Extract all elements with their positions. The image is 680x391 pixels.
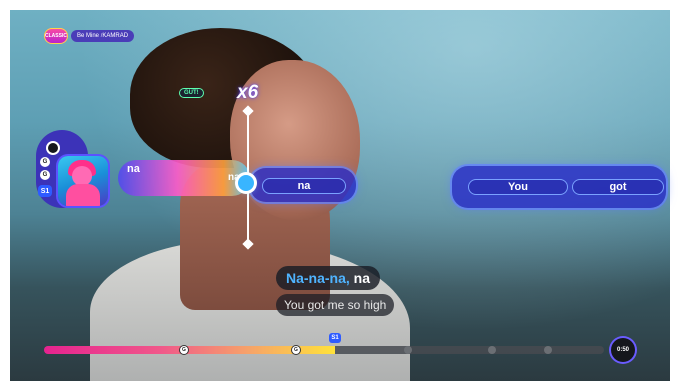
progress-marker-icon-2: G <box>292 346 300 354</box>
current-lyric-line: Na-na-na, na <box>276 266 381 290</box>
song-title-pill: Be Mine / KAMRAD <box>71 30 135 42</box>
artist-name: KAMRAD <box>102 33 129 39</box>
upcoming-note-2: got <box>572 179 664 195</box>
combo-multiplier: x6 <box>237 82 259 103</box>
lyric-unsung-part: na <box>349 270 371 286</box>
avatar-head <box>72 166 92 186</box>
progress-marker <box>404 346 412 354</box>
next-lyric-line: You got me so high <box>276 294 395 316</box>
player-icon-b: G <box>40 170 50 180</box>
progress-marker <box>488 346 496 354</box>
player-icon-a: G <box>40 157 50 167</box>
trail-syllable: na <box>127 163 140 175</box>
title-separator: / <box>100 33 103 39</box>
lyric-sung-part: Na-na-na, <box>286 270 350 286</box>
progress-marker <box>544 346 552 354</box>
rating-badge: GUT! <box>180 89 203 97</box>
song-info-badge: CLASSIC Be Mine / KAMRAD <box>44 28 135 44</box>
upcoming-note-1: You <box>468 179 568 195</box>
player-position-flag: S1 <box>329 333 341 343</box>
avatar-body <box>66 184 100 206</box>
player-rank-badge: S1 <box>38 185 52 197</box>
song-timer: 0:50 <box>611 338 635 362</box>
current-note: na <box>262 178 346 194</box>
song-title: Be Mine <box>77 33 100 39</box>
mic-indicator-icon <box>48 143 58 153</box>
player-avatar <box>58 156 108 206</box>
progress-marker-icon-1: G <box>180 346 188 354</box>
classic-mode-badge: CLASSIC <box>44 28 68 44</box>
pitch-ball-icon <box>238 175 254 191</box>
